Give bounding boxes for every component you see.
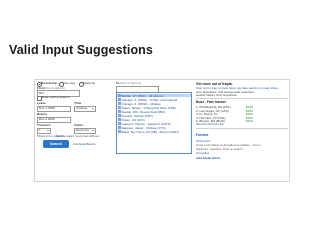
flexible-dates-text: flexible dates, preferred airlines... [56, 134, 102, 138]
airplane-icon [118, 110, 121, 113]
travelers-value: 1 [39, 128, 41, 133]
airplane-icon [118, 114, 121, 117]
multi-city-label: Multi-city [83, 81, 96, 86]
forums-title: Forums [196, 133, 209, 137]
leave-time-select[interactable]: Anytime [74, 105, 96, 113]
search-button[interactable]: Search [43, 140, 69, 148]
airplane-icon [118, 130, 121, 133]
airplane-icon [118, 106, 121, 109]
suggestion-item[interactable]: Baker Sky Home, MI (AB) - Airport (AWN) [117, 130, 191, 134]
nearby-airports-label: show nearby airports [41, 95, 70, 100]
divider [196, 98, 288, 99]
airplane-icon [118, 126, 121, 129]
round-trip-label: Round-trip [41, 81, 57, 86]
airplane-icon [118, 98, 121, 101]
slide-title: Valid Input Suggestions [9, 43, 153, 57]
divider [196, 128, 288, 129]
airplane-icon [118, 94, 121, 97]
to-hint: (City or airport) [120, 81, 141, 86]
cabin-value: Economy [76, 128, 89, 133]
kayak-flight-search-screenshot: Round-trip One-way Multi-city From (City… [34, 79, 290, 182]
leave-date-value: Dec 1 2009 [39, 106, 55, 111]
email-alerts-link[interactable]: Add Email Alerts [196, 156, 221, 160]
airplane-icon [118, 122, 121, 125]
buzz-title: Buzz - Fare hacker [196, 100, 226, 104]
promo-line-3: search history from anywhere. [196, 93, 238, 97]
buzz-full-list-link[interactable]: See the full buzz list [196, 122, 224, 126]
forum-replies-link[interactable]: 10 replies [196, 151, 209, 155]
right-sidebar: Get more out of Kayak. Sign up for free … [195, 80, 289, 181]
airplane-icon [118, 102, 121, 105]
airplane-icon [118, 118, 121, 121]
return-date-value: Dec 4 2009 [39, 117, 55, 122]
airport-suggestion-dropdown: Buffalo, NY (BUF) - All airports Chicago… [116, 92, 192, 154]
leave-time-value: Anytime [76, 106, 88, 111]
hotel-suffix: hotels. [87, 141, 97, 146]
one-way-label: One-way [63, 81, 76, 86]
